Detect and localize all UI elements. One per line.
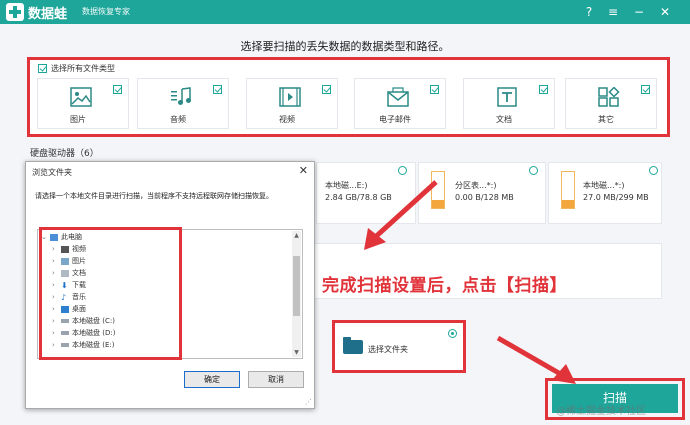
type-label: 其它 xyxy=(598,115,614,124)
type-card-video[interactable]: 视频 xyxy=(246,78,338,129)
type-label: 电子邮件 xyxy=(379,115,411,124)
checkbox-icon[interactable] xyxy=(641,85,650,94)
drive-name: 分区表...*:) xyxy=(455,181,497,190)
tree-scrollbar[interactable]: ▲ ▼ xyxy=(292,231,301,357)
drive-name: 本地磁...E:) xyxy=(325,181,368,190)
app-name: 数据蛙 xyxy=(28,7,68,22)
instruction-overlay-text: 完成扫描设置后，点击【扫描】 xyxy=(322,276,567,296)
watermark: @稀土掘金技术社区 xyxy=(556,406,646,417)
drive-radio[interactable] xyxy=(398,166,407,175)
type-card-email[interactable]: 电子邮件 xyxy=(354,78,446,129)
drives-section-title: 硬盘驱动器（6） xyxy=(30,149,99,159)
select-all-types-checkbox[interactable]: 选择所有文件类型 xyxy=(38,63,115,74)
mail-icon xyxy=(387,87,409,107)
type-label: 音频 xyxy=(170,115,186,124)
drive-size: 0.00 B/128 MB xyxy=(455,193,514,202)
dialog-description: 请选择一个本地文件目录进行扫描，当前程序不支持远程联网存储扫描恢复。 xyxy=(35,192,273,200)
cancel-button[interactable]: 取消 xyxy=(248,371,304,388)
type-label: 文档 xyxy=(496,115,512,124)
ok-button[interactable]: 确定 xyxy=(184,371,240,388)
drive-size: 27.0 MB/299 MB xyxy=(583,193,649,202)
drive-card[interactable]: 分区表...*:) 0.00 B/128 MB xyxy=(418,162,546,224)
drive-size: 2.84 GB/78.8 GB xyxy=(325,193,392,202)
minimize-icon[interactable]: − xyxy=(630,3,648,21)
video-icon xyxy=(279,87,301,107)
checkbox-icon[interactable] xyxy=(322,85,331,94)
drive-radio[interactable] xyxy=(529,166,538,175)
select-folder-option[interactable]: 选择文件夹 xyxy=(332,320,466,373)
others-icon xyxy=(598,87,620,107)
drive-card[interactable]: 本地磁...*:) 27.0 MB/299 MB xyxy=(548,162,662,224)
type-label: 图片 xyxy=(70,115,86,124)
type-card-audio[interactable]: 音频 xyxy=(137,78,229,129)
drive-radio[interactable] xyxy=(649,166,658,175)
scroll-thumb[interactable] xyxy=(293,256,300,316)
resize-grip-icon[interactable]: ⋰ xyxy=(305,398,312,406)
folder-icon xyxy=(343,337,363,354)
checkbox-icon[interactable] xyxy=(539,85,548,94)
checkbox-icon[interactable] xyxy=(113,85,122,94)
document-icon xyxy=(497,87,517,107)
drive-card[interactable]: 本地磁...E:) 2.84 GB/78.8 GB xyxy=(316,162,416,224)
close-icon[interactable]: ✕ xyxy=(656,3,674,21)
select-folder-label: 选择文件夹 xyxy=(368,345,408,354)
image-icon xyxy=(70,87,92,107)
select-folder-radio[interactable] xyxy=(448,329,457,338)
checkbox-icon[interactable] xyxy=(213,85,222,94)
type-label: 视频 xyxy=(279,115,295,124)
folder-tree-highlight xyxy=(39,227,182,360)
select-all-label: 选择所有文件类型 xyxy=(51,64,115,73)
drive-name: 本地磁...*:) xyxy=(583,181,625,190)
type-card-document[interactable]: 文档 xyxy=(463,78,555,129)
drive-icon xyxy=(431,171,445,209)
dialog-close-icon[interactable]: ✕ xyxy=(299,164,308,177)
app-logo-icon xyxy=(6,3,24,21)
title-bar: 数据蛙 数据恢复专家 ? ≡ − ✕ xyxy=(0,0,690,24)
dialog-title: 浏览文件夹 xyxy=(32,168,72,177)
music-icon xyxy=(171,87,191,105)
drive-icon xyxy=(561,171,575,209)
scroll-down-icon[interactable]: ▼ xyxy=(292,348,301,357)
help-icon[interactable]: ? xyxy=(580,3,598,21)
settings-menu-icon[interactable]: ≡ xyxy=(604,3,622,21)
checkbox-icon[interactable] xyxy=(38,64,47,73)
type-card-others[interactable]: 其它 xyxy=(565,78,657,129)
page-headline: 选择要扫描的丢失数据的数据类型和路径。 xyxy=(240,40,450,53)
checkbox-icon[interactable] xyxy=(430,85,439,94)
app-subtitle: 数据恢复专家 xyxy=(82,7,130,16)
type-card-image[interactable]: 图片 xyxy=(37,78,129,129)
file-types-panel: 选择所有文件类型 图片 音频 视频 电子邮件 文档 其它 xyxy=(27,57,670,137)
scroll-up-icon[interactable]: ▲ xyxy=(292,231,301,240)
